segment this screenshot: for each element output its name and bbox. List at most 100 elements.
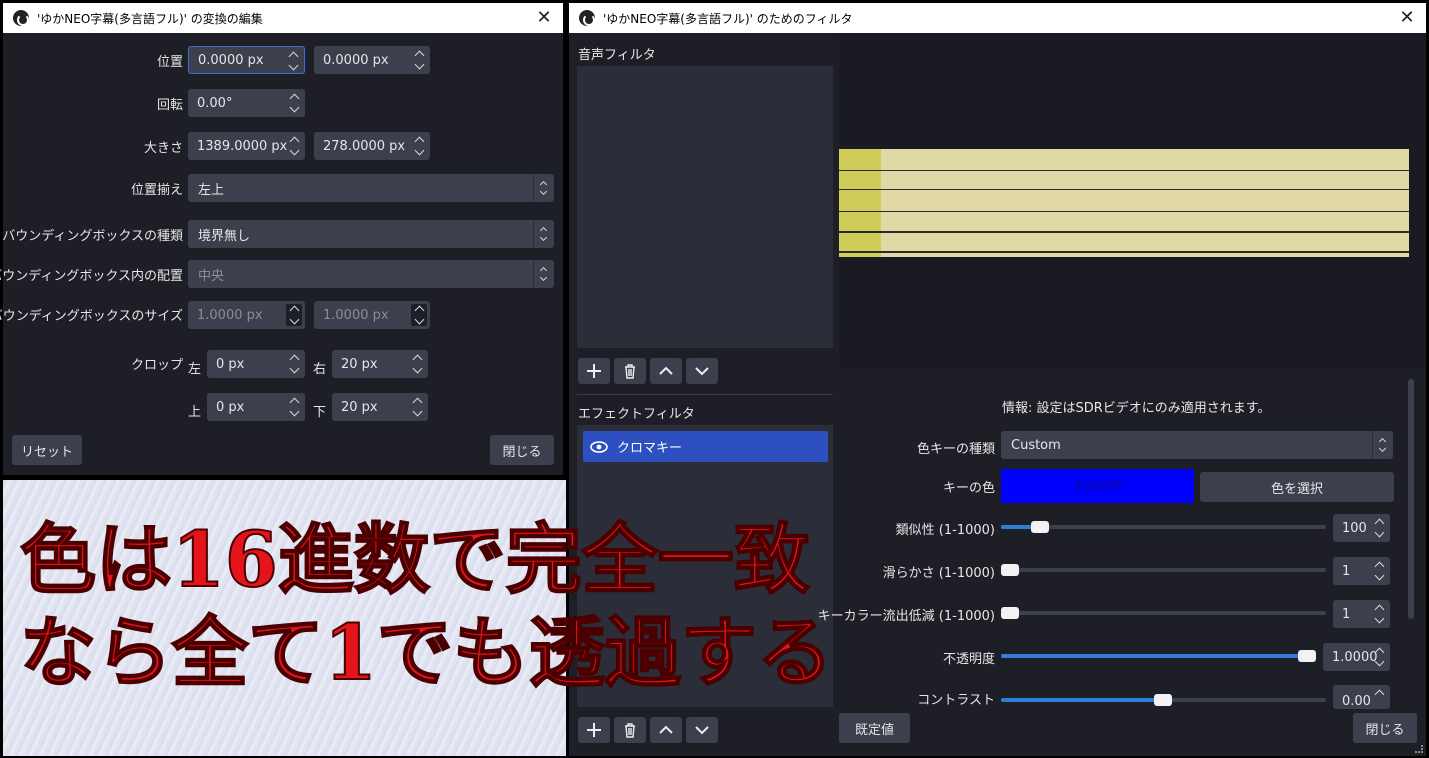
- move-audio-filter-down-button[interactable]: [686, 358, 718, 384]
- spin-arrows-icon[interactable]: [287, 135, 301, 157]
- contrast-slider[interactable]: [1001, 694, 1326, 706]
- slider-handle[interactable]: [1154, 694, 1172, 706]
- transform-title: 'ゆかNEO字幕(多言語フル)' の変換の編集: [37, 11, 263, 26]
- bbox-height-input[interactable]: 1.0000 px: [314, 301, 430, 329]
- size-height-input[interactable]: 278.0000 px: [314, 132, 430, 160]
- key-type-select[interactable]: Custom: [1001, 431, 1393, 459]
- preview-source: [839, 149, 1409, 257]
- crop-bottom-label: 下: [313, 405, 327, 420]
- remove-effect-filter-button[interactable]: [614, 717, 646, 743]
- spin-arrows-icon[interactable]: [1372, 646, 1386, 668]
- spill-label: キーカラー流出低減 (1-1000): [817, 609, 995, 624]
- spin-arrows-icon[interactable]: [1372, 603, 1386, 625]
- slider-handle[interactable]: [1001, 607, 1019, 619]
- caption-line-1: 色は16進数で完全一致: [19, 514, 811, 605]
- chevron-updown-icon: [1377, 437, 1387, 453]
- opacity-slider[interactable]: [1001, 650, 1316, 662]
- spin-arrows-icon[interactable]: [1372, 560, 1386, 582]
- smoothness-slider[interactable]: [1001, 564, 1326, 576]
- chevron-up-icon: [659, 725, 673, 734]
- spin-arrows-icon[interactable]: [412, 49, 426, 71]
- select-color-button[interactable]: 色を選択: [1200, 472, 1394, 502]
- key-type-label: 色キーの種類: [916, 442, 995, 457]
- similarity-slider[interactable]: [1001, 521, 1326, 533]
- contrast-label: コントラスト: [917, 693, 995, 708]
- reset-button[interactable]: リセット: [12, 435, 82, 465]
- eye-icon[interactable]: [590, 440, 608, 454]
- alignment-select[interactable]: 左上: [188, 174, 554, 202]
- remove-audio-filter-button[interactable]: [614, 358, 646, 384]
- plus-icon: [587, 723, 601, 737]
- spin-arrows-icon[interactable]: [1372, 517, 1386, 539]
- opacity-label: 不透明度: [942, 652, 995, 667]
- spin-arrows-icon[interactable]: [286, 50, 300, 72]
- key-color-hex: #0000ff: [1073, 479, 1122, 493]
- size-width-input[interactable]: 1389.0000 px: [188, 132, 305, 160]
- chevron-up-icon: [659, 366, 673, 375]
- chevron-updown-icon: [538, 180, 548, 196]
- bbox-type-select[interactable]: 境界無し: [188, 220, 554, 248]
- spin-arrows-icon[interactable]: [286, 304, 302, 326]
- filter-properties: 情報: 設定はSDRビデオにのみ適用されます。 色キーの種類 Custom キー…: [818, 371, 1426, 709]
- close-icon[interactable]: ✕: [1396, 7, 1418, 29]
- slider-handle[interactable]: [1031, 521, 1049, 533]
- smoothness-label: 滑らかさ (1-1000): [882, 566, 995, 581]
- crop-right-label: 右: [313, 362, 327, 377]
- move-effect-filter-up-button[interactable]: [650, 717, 682, 743]
- position-x-input[interactable]: 0.0000 px: [188, 46, 305, 74]
- add-effect-filter-button[interactable]: [578, 717, 610, 743]
- spin-arrows-icon[interactable]: [287, 92, 301, 114]
- chevron-down-icon: [695, 367, 709, 376]
- key-color-swatch[interactable]: #0000ff: [1001, 469, 1194, 503]
- bbox-align-label: バウンディングボックス内の配置: [0, 269, 183, 284]
- close-icon[interactable]: ✕: [533, 7, 555, 29]
- contrast-input[interactable]: 0.00: [1333, 685, 1390, 709]
- filter-preview: [839, 33, 1426, 369]
- spin-arrows-icon[interactable]: [410, 396, 424, 418]
- resize-grip-icon[interactable]: [1415, 745, 1423, 753]
- defaults-button[interactable]: 既定値: [839, 713, 910, 743]
- spill-slider[interactable]: [1001, 607, 1326, 619]
- crop-top-input[interactable]: 0 px: [207, 393, 305, 421]
- spin-arrows-icon[interactable]: [412, 135, 426, 157]
- rotation-input[interactable]: 0.00°: [188, 89, 305, 117]
- crop-left-input[interactable]: 0 px: [207, 350, 305, 378]
- bbox-align-select[interactable]: 中央: [188, 260, 554, 288]
- spin-arrows-icon[interactable]: [410, 353, 424, 375]
- smoothness-input[interactable]: 1: [1333, 557, 1390, 585]
- rotation-label: 回転: [156, 98, 183, 113]
- chevron-updown-icon: [538, 226, 548, 242]
- bbox-width-input[interactable]: 1.0000 px: [188, 301, 305, 329]
- spin-arrows-icon[interactable]: [287, 353, 301, 375]
- scrollbar[interactable]: [1408, 379, 1414, 619]
- crop-left-label: 左: [188, 362, 202, 377]
- spin-arrows-icon[interactable]: [1372, 688, 1386, 709]
- similarity-input[interactable]: 100: [1333, 514, 1390, 542]
- slider-handle[interactable]: [1001, 564, 1019, 576]
- trash-icon: [625, 723, 635, 738]
- crop-bottom-input[interactable]: 20 px: [332, 393, 428, 421]
- move-audio-filter-up-button[interactable]: [650, 358, 682, 384]
- alignment-label: 位置揃え: [130, 183, 183, 198]
- chevron-down-icon: [695, 726, 709, 735]
- move-effect-filter-down-button[interactable]: [686, 717, 718, 743]
- list-item[interactable]: クロマキー: [583, 431, 828, 462]
- filters-titlebar: 'ゆかNEO字幕(多言語フル)' のためのフィルタ ✕: [569, 3, 1426, 33]
- audio-filter-list[interactable]: [577, 66, 833, 348]
- opacity-input[interactable]: 1.0000: [1323, 643, 1390, 671]
- obs-logo-icon: [13, 10, 29, 26]
- crop-right-input[interactable]: 20 px: [332, 350, 428, 378]
- slider-handle[interactable]: [1298, 650, 1316, 662]
- divider: [577, 394, 833, 395]
- key-color-label: キーの色: [942, 481, 995, 496]
- filters-title: 'ゆかNEO字幕(多言語フル)' のためのフィルタ: [603, 11, 853, 26]
- add-audio-filter-button[interactable]: [578, 358, 610, 384]
- spin-arrows-icon[interactable]: [287, 396, 301, 418]
- filter-name: クロマキー: [617, 441, 683, 456]
- spin-arrows-icon[interactable]: [411, 304, 427, 326]
- crop-top-label: 上: [188, 405, 202, 420]
- filters-close-button[interactable]: 閉じる: [1353, 713, 1417, 743]
- position-y-input[interactable]: 0.0000 px: [314, 46, 430, 74]
- spill-input[interactable]: 1: [1333, 600, 1390, 628]
- transform-close-button[interactable]: 閉じる: [490, 435, 554, 465]
